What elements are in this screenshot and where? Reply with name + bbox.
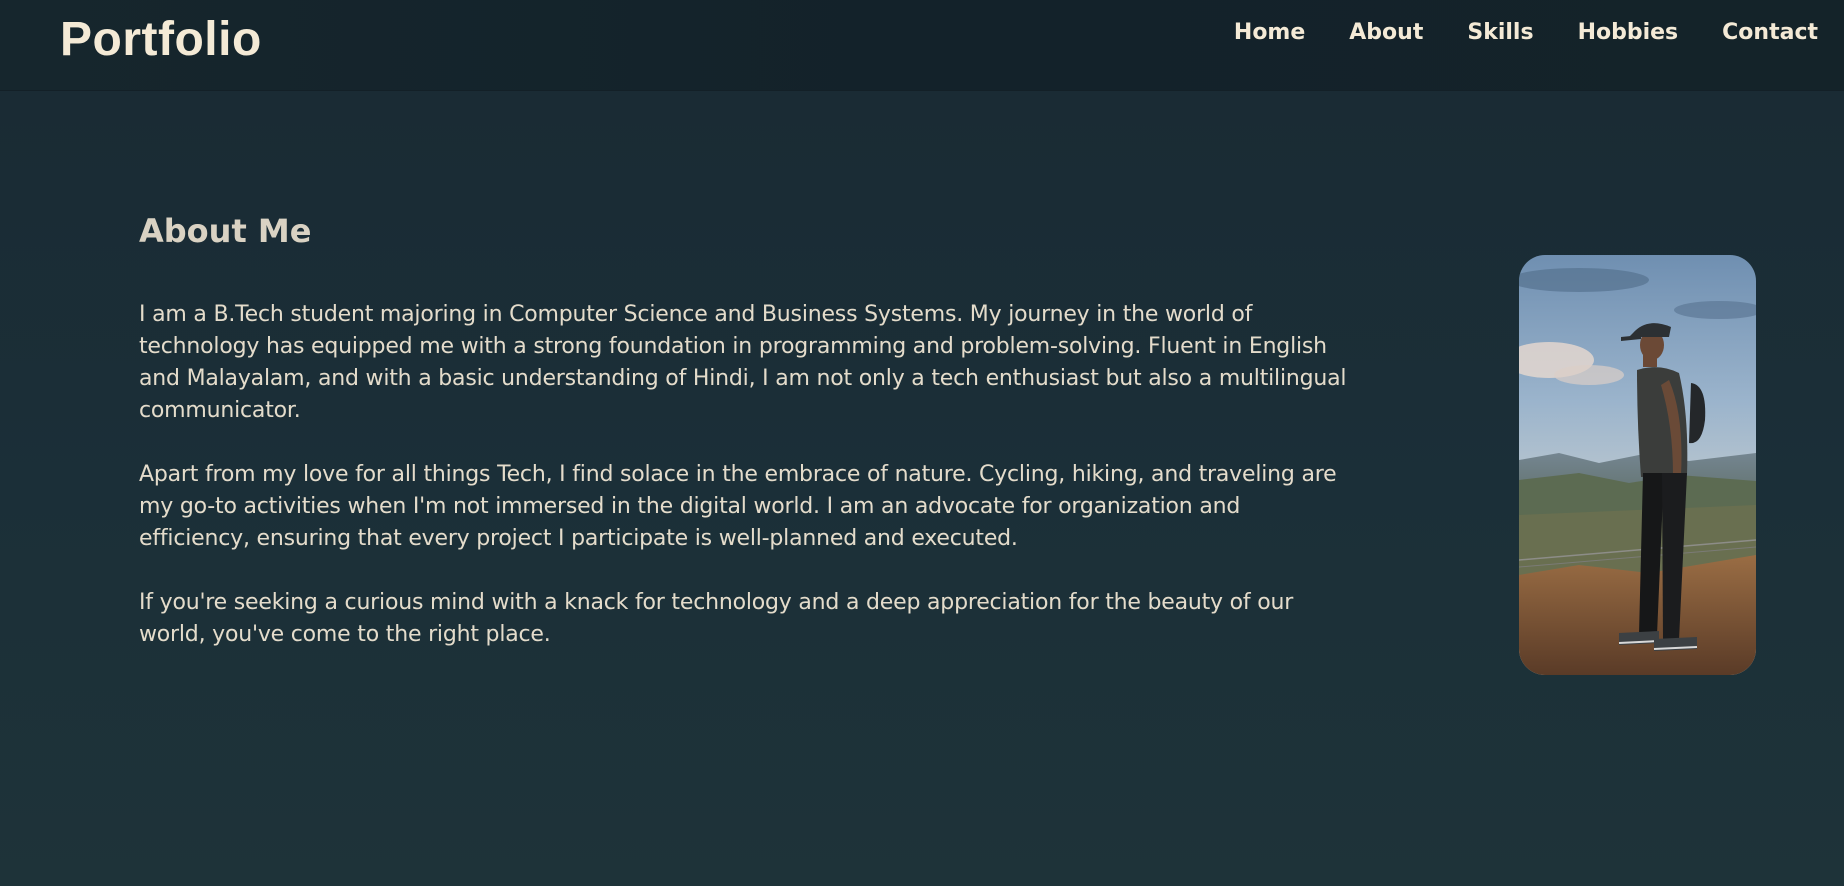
- about-paragraph: If you're seeking a curious mind with a …: [139, 590, 1294, 647]
- nav-link-skills[interactable]: Skills: [1467, 20, 1533, 45]
- navbar: Portfolio Home About Skills Hobbies Cont…: [0, 0, 1844, 90]
- about-paragraph: Apart from my love for all things Tech, …: [139, 462, 1337, 551]
- brand-logo[interactable]: Portfolio: [60, 12, 262, 67]
- nav-link-contact[interactable]: Contact: [1722, 20, 1818, 45]
- nav-link-hobbies[interactable]: Hobbies: [1578, 20, 1679, 45]
- about-title: About Me: [139, 212, 312, 250]
- nav-link-about[interactable]: About: [1349, 20, 1423, 45]
- about-section: About Me I am a B.Tech student majoring …: [139, 212, 1349, 683]
- nav-link-home[interactable]: Home: [1234, 20, 1305, 45]
- main-nav: Home About Skills Hobbies Contact: [1234, 20, 1818, 45]
- about-paragraph: I am a B.Tech student majoring in Comput…: [139, 302, 1347, 423]
- profile-photo: [1519, 255, 1756, 675]
